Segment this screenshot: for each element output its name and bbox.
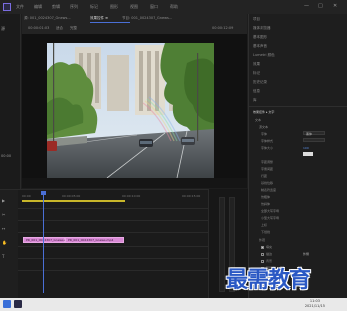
prop-superscript: 上标 (261, 223, 268, 227)
app-icon[interactable] (14, 300, 22, 308)
prop-baseline-shift: 基线位移 (261, 181, 274, 185)
panel-history[interactable]: 历史记录 (253, 80, 267, 85)
type-tool-icon[interactable]: T (2, 254, 4, 259)
system-clock[interactable]: 11:03 2021/11/15 (305, 299, 325, 309)
app-logo (3, 3, 11, 11)
track-divider (18, 270, 208, 271)
ruler-label: 00:00:10:00 (122, 194, 141, 198)
hand-tool-icon[interactable]: ✋ (2, 240, 7, 245)
menu-edit[interactable]: 编辑 (34, 4, 42, 10)
panel-markers[interactable]: 标记 (253, 71, 260, 76)
font-select[interactable]: 黑体 (303, 131, 325, 136)
menu-sequence[interactable]: 序列 (70, 4, 78, 10)
video-frame[interactable] (47, 43, 214, 178)
font-size-value[interactable]: 100 (303, 146, 309, 150)
tab-program[interactable]: 节目: 001_0024307_Gnews... (122, 16, 172, 21)
prop-appearance[interactable]: 外观 (259, 238, 265, 242)
prop-stroke: 描边 (266, 252, 273, 256)
timeline-clip[interactable]: PR_001_0024307_Gnews.mp4 (65, 237, 124, 243)
watermark-logo: 最需教育 (226, 268, 311, 293)
prop-source-text[interactable]: 源文本 (259, 125, 268, 129)
panel-libraries[interactable]: 库 (253, 98, 257, 103)
clip-label: PR_001_0024307_Gnews.mp4 (68, 238, 114, 242)
tools-panel: ▶ ✂ ↔ ✋ T (0, 190, 18, 299)
track-divider (18, 246, 208, 247)
menu-bar: 文件 编辑 剪辑 序列 标记 图形 视图 窗口 帮助 — □ ✕ (0, 0, 347, 14)
menu-file[interactable]: 文件 (16, 4, 24, 10)
ruler-label: 00:00:15:00 (182, 194, 201, 198)
minimize-button[interactable]: — (304, 3, 309, 9)
menu-marker[interactable]: 标记 (90, 4, 98, 10)
prop-font-style: 字体样式 (261, 139, 274, 143)
font-value: 黑体 (306, 132, 313, 136)
stroke-position-value[interactable]: 外侧 (303, 252, 309, 256)
prop-kerning: 字偶间距 (261, 167, 274, 171)
tab-effect-controls[interactable]: 效果控件 ≡ (90, 16, 108, 21)
timecode-right: 00:00:12:09 (212, 26, 234, 30)
fit-dropdown[interactable]: 适合 (56, 26, 63, 31)
os-taskbar: 11:03 2021/11/15 (0, 298, 347, 311)
close-button[interactable]: ✕ (333, 3, 337, 9)
selection-tool-icon[interactable]: ▶ (2, 198, 5, 203)
menu-graphics[interactable]: 图形 (110, 4, 118, 10)
panel-lumetri-color[interactable]: Lumetri 颜色 (253, 53, 275, 58)
monitor-tab-bar: 源: 001_0024307_Gnews... 效果控件 ≡ 节目: 001_0… (22, 14, 247, 34)
workspace-panel-list: 项目 媒体浏览器 基本图形 基本声音 Lumetri 颜色 效果 标记 历史记录… (248, 14, 347, 106)
menu-help[interactable]: 帮助 (170, 4, 178, 10)
prop-leading: 行距 (261, 174, 268, 178)
left-panel-strip: 源 00:00 (0, 14, 21, 189)
left-panel-timecode: 00:00 (1, 154, 12, 158)
prop-tab-width: 制表符宽度 (261, 188, 277, 192)
clock-date: 2021/11/15 (304, 304, 325, 308)
panel-project[interactable]: 项目 (253, 17, 260, 22)
quality-dropdown[interactable]: 完整 (70, 26, 77, 31)
panel-info[interactable]: 信息 (253, 89, 260, 94)
menu-view[interactable]: 视图 (130, 4, 138, 10)
alignment-control[interactable] (303, 152, 313, 156)
panel-essential-sound[interactable]: 基本声音 (253, 44, 267, 49)
panel-essential-graphics[interactable]: 基本图形 (253, 35, 267, 40)
playhead[interactable] (43, 193, 44, 293)
work-area-bar[interactable] (22, 200, 125, 202)
active-tab-indicator (90, 22, 130, 23)
meter-channel-left (219, 197, 225, 292)
program-transport-bar (22, 178, 247, 188)
panel-effects[interactable]: 效果 (253, 62, 260, 67)
start-icon[interactable] (3, 300, 11, 308)
prop-small-caps: 小型大写字母 (261, 216, 280, 220)
properties-title: 效果控件 ▸ 文字 (253, 110, 275, 114)
prop-font-size: 字体大小 (261, 146, 274, 150)
timeline-clip[interactable]: PR_001_0024307_Gnews.mp4 (23, 237, 71, 243)
razor-tool-icon[interactable]: ✂ (2, 212, 5, 217)
prop-text[interactable]: 文本 (255, 118, 261, 122)
ruler-label: 00:00:05:00 (62, 194, 81, 198)
font-style-select[interactable] (303, 138, 325, 142)
menu-window[interactable]: 窗口 (150, 4, 158, 10)
tab-source[interactable]: 源: 001_0024307_Gnews... (24, 16, 71, 21)
menu-clip[interactable]: 剪辑 (52, 4, 60, 10)
track-divider (18, 232, 208, 233)
stroke-checkbox[interactable] (261, 253, 264, 256)
left-panel-label: 源 (1, 26, 5, 31)
timecode-left[interactable]: 00:00:01:03 (28, 26, 49, 30)
prop-faux-italic: 仿斜体 (261, 202, 271, 206)
street-scene-image (47, 43, 214, 178)
prop-fill: 填充 (266, 245, 273, 249)
fill-checkbox[interactable] (261, 246, 264, 249)
prop-tracking: 字距调整 (261, 160, 274, 164)
prop-font: 字体 (261, 132, 268, 136)
track-divider (18, 258, 208, 259)
slip-tool-icon[interactable]: ↔ (2, 226, 5, 231)
prop-faux-bold: 仿粗体 (261, 195, 271, 199)
maximize-button[interactable]: □ (318, 3, 323, 9)
prop-all-caps: 全部大写字母 (261, 209, 280, 213)
ruler-label: 00:00 (22, 194, 31, 198)
track-divider (18, 220, 208, 221)
prop-underline: 下划线 (261, 230, 271, 234)
track-divider (18, 208, 208, 209)
panel-media-browser[interactable]: 媒体浏览器 (253, 26, 271, 31)
